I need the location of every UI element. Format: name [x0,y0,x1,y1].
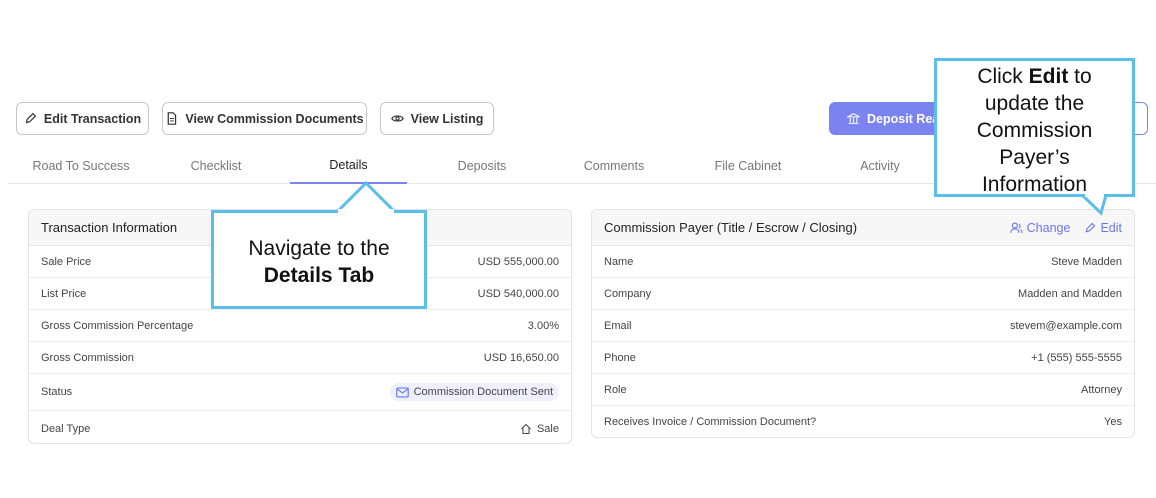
row-label: Company [604,287,652,300]
row-label: Phone [604,351,636,364]
eye-icon [390,115,404,122]
row-value: Steve Madden [1051,255,1122,268]
document-icon [167,112,177,125]
pencil-icon [1085,222,1096,233]
table-row: Phone +1 (555) 555-5555 [592,342,1134,374]
users-icon [1009,222,1023,233]
change-payer-button[interactable]: Change [1009,221,1071,235]
edit-transaction-button[interactable]: Edit Transaction [16,102,149,135]
tab-deposits[interactable]: Deposits [418,148,546,184]
edit-callout-joint [1085,193,1104,197]
envelope-icon [395,386,409,398]
tab-comments[interactable]: Comments [550,148,678,184]
view-listing-label: View Listing [410,111,484,126]
status-text: Commission Document Sent [413,386,553,398]
row-value: stevem@example.com [1009,319,1122,332]
table-row: Email stevem@example.com [592,310,1134,342]
row-label: Email [604,319,632,332]
row-value: Sale [520,423,559,435]
table-row: Role Attorney [592,374,1134,406]
table-row: Receives Invoice / Commission Document? … [592,406,1134,437]
table-row: Gross Commission USD 16,650.00 [29,342,571,374]
row-label: Gross Commission [41,351,134,364]
row-value: Madden and Madden [1018,287,1122,300]
pencil-icon [25,112,37,124]
status-badge[interactable]: Commission Document Sent [389,383,559,401]
edit-callout-line2: update the [984,92,1085,115]
row-label: Status [41,386,73,398]
commission-payer-card: Commission Payer (Title / Escrow / Closi… [591,209,1135,438]
details-callout-joint [338,209,394,214]
table-row: Gross Commission Percentage 3.00% [29,310,571,342]
tab-details[interactable]: Details [290,148,407,184]
row-value: USD 555,000.00 [477,255,559,268]
details-tab-callout: Navigate to the Details Tab [211,210,427,309]
commission-payer-header: Commission Payer (Title / Escrow / Closi… [592,210,1134,246]
deposit-label: Deposit Real [867,111,943,126]
edit-payer-button[interactable]: Edit [1084,221,1122,235]
edit-transaction-label: Edit Transaction [43,111,142,126]
row-value: +1 (555) 555-5555 [1031,351,1122,364]
row-value: Yes [1104,416,1122,428]
row-label: Gross Commission Percentage [41,319,194,332]
table-row: Company Madden and Madden [592,278,1134,310]
deal-type-text: Sale [536,423,559,435]
view-commission-documents-button[interactable]: View Commission Documents [162,102,367,135]
commission-payer-title: Commission Payer (Title / Escrow / Closi… [604,220,858,235]
edit-callout-line4: Payer’s [999,146,1070,169]
house-icon [521,423,531,435]
edit-payer-callout: Click Edit to update the Commission Paye… [934,58,1135,197]
edit-label: Edit [1100,221,1122,235]
row-label: List Price [41,287,87,300]
row-label: Deal Type [41,423,91,435]
table-row: Status Commission Document Sent [29,374,571,411]
table-row: Deal Type Sale [29,411,571,443]
view-listing-button[interactable]: View Listing [380,102,494,135]
details-callout-bold: Details Tab [263,264,375,287]
row-label: Role [604,383,627,396]
tab-activity[interactable]: Activity [816,148,944,184]
row-label: Receives Invoice / Commission Document? [604,416,817,428]
row-value: USD 540,000.00 [477,287,559,300]
tab-file-cabinet[interactable]: File Cabinet [684,148,812,184]
row-label: Name [604,255,634,268]
edit-callout-line3: Commission [976,119,1093,142]
tab-checklist[interactable]: Checklist [153,148,279,184]
details-callout-line1: Navigate to the [248,237,390,260]
payer-actions: Change Edit [1009,210,1122,246]
table-row: Name Steve Madden [592,246,1134,278]
bank-icon [847,113,860,124]
row-label: Sale Price [41,255,92,268]
tab-road-to-success[interactable]: Road To Success [8,148,154,184]
edit-callout-line1: Click Edit to [977,65,1092,88]
row-value: USD 16,650.00 [483,351,559,364]
row-value: Attorney [1081,383,1122,396]
change-label: Change [1026,221,1071,235]
view-commission-documents-label: View Commission Documents [185,111,364,126]
row-value: 3.00% [527,319,559,332]
